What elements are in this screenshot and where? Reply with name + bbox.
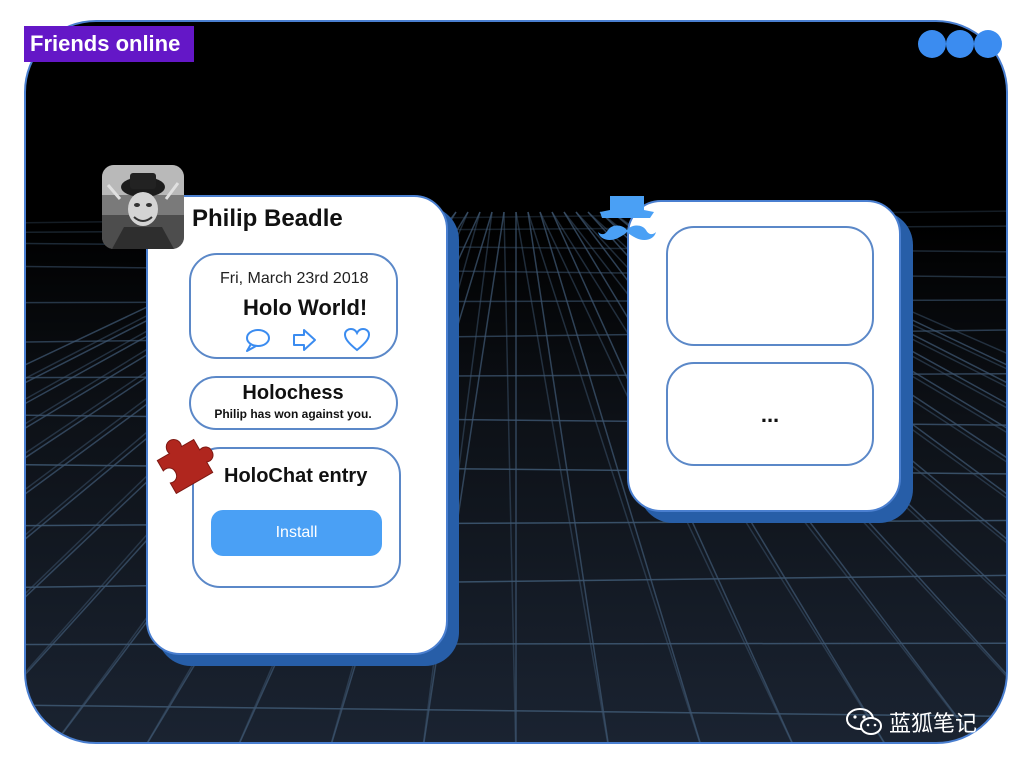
profile-photo-icon [102, 165, 184, 249]
wechat-icon [846, 708, 882, 735]
avatar[interactable] [102, 165, 184, 249]
game-notice-title: Holochess [242, 382, 344, 404]
dot-2 [946, 30, 974, 58]
dot-1 [918, 30, 946, 58]
content-placeholder-box[interactable] [666, 226, 874, 346]
hat-mustache-icon [598, 196, 656, 240]
share-icon[interactable] [291, 327, 319, 353]
watermark-text: 蓝狐笔记 [889, 712, 978, 737]
app-entry-title: HoloChat entry [224, 465, 368, 487]
page-title: Friends online [24, 26, 194, 62]
game-notice-message: Philip has won against you. [214, 407, 372, 421]
comment-icon[interactable] [243, 327, 271, 353]
more-dots-icon[interactable] [918, 30, 1004, 58]
watermark: 蓝狐笔记 [845, 704, 995, 738]
friend-name: Philip Beadle [192, 205, 343, 232]
post-title: Holo World! [243, 295, 368, 320]
more-label: ... [760, 402, 780, 427]
dot-3 [974, 30, 1002, 58]
puzzle-piece-icon [156, 438, 214, 494]
post-date: Fri, March 23rd 2018 [220, 270, 369, 287]
heart-icon[interactable] [343, 327, 371, 353]
install-button[interactable]: Install [211, 510, 382, 556]
